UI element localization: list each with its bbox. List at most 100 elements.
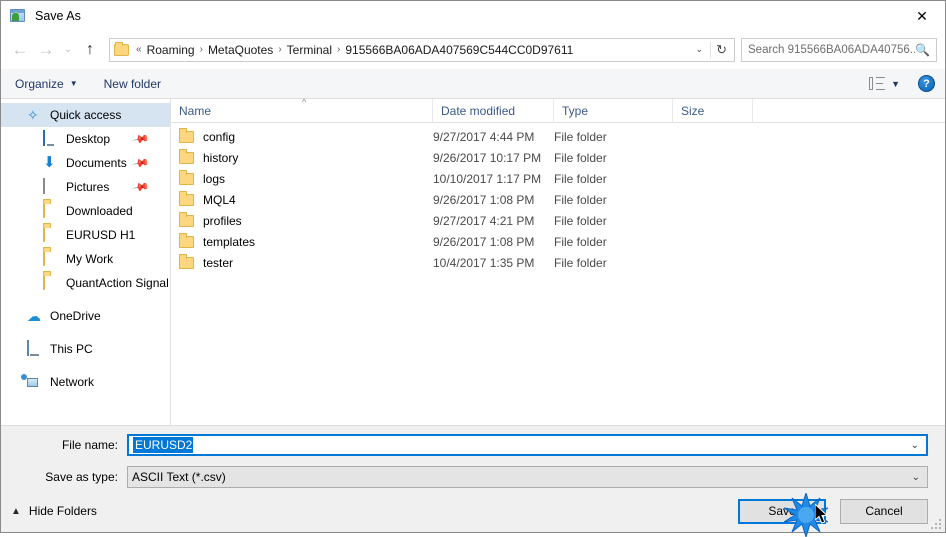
file-name-row: File name: EURUSD2 ⌄	[1, 432, 945, 458]
title-bar: Save As ✕	[1, 1, 945, 31]
hide-folders-button[interactable]: ▲ Hide Folders	[11, 504, 97, 518]
sort-ascending-icon: ^	[302, 96, 307, 107]
file-date-cell: 9/26/2017 1:08 PM	[433, 234, 535, 249]
pin-icon[interactable]: 📌	[132, 178, 151, 197]
file-name-cell: templates	[171, 232, 433, 249]
folder-icon	[43, 202, 59, 219]
sidebar-item-eurusd-h1[interactable]: EURUSD H1	[1, 223, 170, 247]
close-icon[interactable]: ✕	[899, 1, 945, 31]
sidebar-item-label: Quick access	[50, 108, 122, 122]
table-row[interactable]: logs 10/10/2017 1:17 PM File folder	[171, 168, 945, 189]
address-bar[interactable]: « Roaming › MetaQuotes › Terminal › 9155…	[109, 37, 735, 62]
file-name-label: profiles	[203, 213, 242, 228]
folder-icon	[114, 41, 129, 56]
table-row[interactable]: templates 9/26/2017 1:08 PM File folder	[171, 231, 945, 252]
forward-button[interactable]: →	[33, 37, 59, 63]
organize-button[interactable]: Organize ▼	[15, 77, 78, 91]
chevron-down-icon[interactable]: ⌄	[911, 440, 919, 451]
folder-icon	[43, 226, 59, 243]
sidebar-item-onedrive[interactable]: ☁ OneDrive	[1, 304, 170, 328]
table-row[interactable]: config 9/27/2017 4:44 PM File folder	[171, 126, 945, 147]
folder-icon	[179, 190, 194, 206]
metatrader-icon	[10, 8, 26, 24]
search-input[interactable]: Search 915566BA06ADA40756... 🔍	[741, 37, 937, 62]
command-toolbar: Organize ▼ New folder ▼ ?	[1, 69, 945, 99]
table-row[interactable]: profiles 9/27/2017 4:21 PM File folder	[171, 210, 945, 231]
new-folder-button[interactable]: New folder	[104, 77, 161, 91]
resize-grip[interactable]	[931, 519, 941, 529]
view-mode-icon[interactable]	[869, 77, 886, 90]
file-name-label: history	[203, 150, 239, 165]
navigation-bar: ← → ⌄ ↑ « Roaming › MetaQuotes › Termina…	[1, 31, 945, 69]
sidebar-item-pictures[interactable]: Pictures 📌	[1, 175, 170, 199]
recent-locations-button[interactable]: ⌄	[59, 37, 77, 63]
column-header-type[interactable]: Type	[554, 98, 673, 123]
chevron-down-icon: ▼	[69, 79, 78, 88]
file-type-cell: File folder	[554, 150, 607, 165]
save-button[interactable]: Save	[738, 498, 826, 524]
sidebar-item-my-work[interactable]: My Work	[1, 247, 170, 271]
back-button[interactable]: ←	[7, 37, 33, 63]
column-header-name[interactable]: Name ^	[171, 96, 433, 123]
breadcrumb-item-terminal[interactable]: Terminal	[284, 41, 335, 59]
save-as-dialog: Save As ✕ ← → ⌄ ↑ « Roaming › MetaQuotes…	[0, 0, 946, 537]
sidebar-item-downloaded[interactable]: Downloaded	[1, 199, 170, 223]
save-as-type-value: ASCII Text (*.csv)	[132, 470, 226, 484]
chevron-right-icon: ›	[199, 44, 203, 55]
folder-icon	[179, 148, 194, 164]
sidebar-item-label: QuantAction Signal	[66, 276, 169, 290]
sidebar-item-label: OneDrive	[50, 309, 101, 323]
refresh-icon[interactable]: ↻	[710, 41, 732, 58]
column-header-date-modified[interactable]: Date modified	[433, 98, 554, 123]
file-name-label: templates	[203, 234, 256, 249]
chevron-up-icon: ▲	[11, 505, 21, 517]
organize-label: Organize	[15, 76, 64, 91]
file-list-pane: Name ^ Date modified Type Size config 9/…	[171, 96, 945, 425]
pin-icon[interactable]: 📌	[132, 154, 151, 173]
sidebar-item-label: This PC	[50, 342, 93, 356]
file-type-cell: File folder	[554, 129, 607, 144]
sidebar-item-quantaction-signal[interactable]: QuantAction Signal	[1, 271, 170, 295]
sidebar-item-label: Documents	[66, 156, 127, 170]
file-type-cell: File folder	[554, 255, 607, 270]
chevron-down-icon[interactable]: ⌄	[689, 44, 711, 55]
table-row[interactable]: history 9/26/2017 10:17 PM File folder	[171, 147, 945, 168]
sidebar-item-label: Pictures	[66, 180, 110, 194]
sidebar-item-quick-access[interactable]: ✧ Quick access	[1, 103, 170, 127]
column-header-size[interactable]: Size	[673, 98, 753, 123]
save-as-type-select[interactable]: ASCII Text (*.csv) ⌄	[127, 466, 928, 488]
file-name-cell: logs	[171, 169, 433, 186]
up-button[interactable]: ↑	[77, 37, 103, 63]
help-button[interactable]: ?	[918, 75, 935, 92]
breadcrumb-item-terminal-id[interactable]: 915566BA06ADA407569C544CC0D97611	[342, 41, 576, 59]
file-date-cell: 9/26/2017 10:17 PM	[433, 150, 542, 165]
folder-icon	[179, 127, 194, 143]
breadcrumb-item-metaquotes[interactable]: MetaQuotes	[205, 41, 276, 59]
file-name-cell: MQL4	[171, 190, 433, 207]
pin-icon[interactable]: 📌	[132, 130, 151, 149]
file-date-cell: 10/10/2017 1:17 PM	[433, 171, 542, 186]
sidebar-item-documents[interactable]: ⬇ Documents 📌	[1, 151, 170, 175]
sidebar-item-network[interactable]: Network	[1, 370, 170, 394]
pictures-icon	[43, 178, 59, 195]
sidebar-item-desktop[interactable]: Desktop 📌	[1, 127, 170, 151]
chevron-down-icon[interactable]: ⌄	[912, 472, 920, 483]
chevron-right-icon: ›	[337, 44, 341, 55]
file-name-label: logs	[203, 171, 226, 186]
view-options-caret-icon[interactable]: ▼	[891, 79, 900, 89]
file-type-cell: File folder	[554, 234, 607, 249]
folder-icon	[179, 253, 194, 269]
table-row[interactable]: tester 10/4/2017 1:35 PM File folder	[171, 252, 945, 273]
dialog-footer: File name: EURUSD2 ⌄ Save as type: ASCII…	[1, 425, 945, 532]
breadcrumb-prefix: «	[136, 44, 142, 55]
file-rows: config 9/27/2017 4:44 PM File folder his…	[171, 123, 945, 425]
documents-icon: ⬇	[43, 154, 56, 171]
file-date-cell: 9/26/2017 1:08 PM	[433, 192, 535, 207]
sidebar-item-this-pc[interactable]: This PC	[1, 337, 170, 361]
file-name-input[interactable]: EURUSD2 ⌄	[127, 434, 928, 456]
breadcrumb-item-roaming[interactable]: Roaming	[144, 41, 198, 59]
cancel-button[interactable]: Cancel	[840, 498, 928, 524]
file-date-cell: 9/27/2017 4:44 PM	[433, 129, 535, 144]
column-header-label: Name	[179, 103, 212, 118]
table-row[interactable]: MQL4 9/26/2017 1:08 PM File folder	[171, 189, 945, 210]
